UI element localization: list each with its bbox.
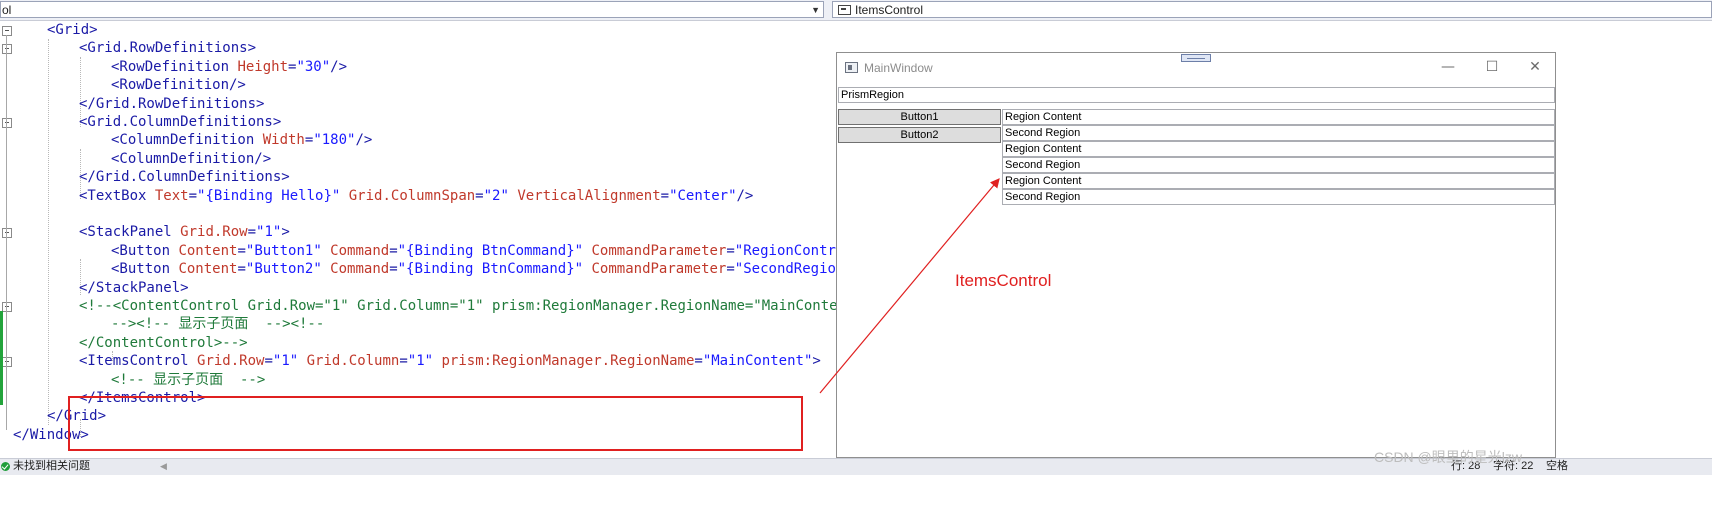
annotation-arrow xyxy=(819,178,1000,394)
watermark: CSDN @眼里的星光lzw xyxy=(1374,449,1522,465)
annotation-label: ItemsControl xyxy=(955,271,1052,290)
issues-status[interactable]: 未找到相关问题 xyxy=(13,459,90,474)
scroll-left-icon[interactable]: ◀ xyxy=(160,459,167,474)
whitespace-indicator[interactable]: 空格 xyxy=(1546,459,1568,474)
check-circle-icon xyxy=(1,462,10,471)
